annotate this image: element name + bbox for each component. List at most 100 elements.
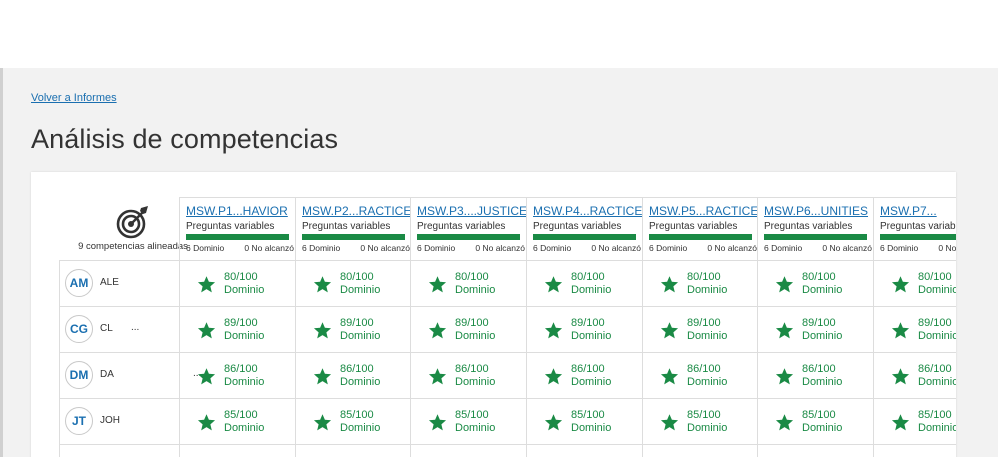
competency-counts: 6 Dominio 0 No alcanzó (302, 243, 410, 253)
mastery-level: Dominio (918, 422, 956, 434)
competency-header-2: MSW.P2...RACTICE Preguntas variables 6 Dom… (295, 197, 411, 261)
mastery-level: Dominio (687, 284, 728, 296)
mastery-cell[interactable]: 85/100 Dominio (313, 409, 423, 449)
score-value: 86/100 (340, 363, 374, 375)
mastery-bar (533, 234, 636, 240)
score-value: 89/100 (455, 317, 489, 329)
mastery-level: Dominio (687, 376, 728, 388)
score-value: 89/100 (224, 317, 258, 329)
mastery-cell[interactable]: 89/100 Dominio (891, 317, 956, 357)
mastery-bar (186, 234, 289, 240)
competency-link[interactable]: MSW.P2...RACTICE (302, 204, 411, 218)
mastery-cell[interactable]: 85/100 Dominio (197, 409, 307, 449)
mastery-level: Dominio (224, 284, 265, 296)
student-name-truncated: ... (131, 322, 140, 333)
competency-link[interactable]: MSW.P7... (880, 204, 956, 218)
mastery-cell[interactable]: 86/100 Dominio (660, 363, 770, 403)
star-icon (891, 322, 910, 339)
page-title: Análisis de competencias (31, 124, 339, 154)
star-icon (544, 322, 563, 339)
competency-link[interactable]: MSW.P6...UNITIES (764, 204, 873, 218)
star-icon (428, 368, 447, 385)
mastery-cell[interactable]: 80/100 Dominio (428, 271, 538, 311)
competency-link[interactable]: MSW.P3....JUSTICE (417, 204, 526, 218)
target-icon (116, 206, 148, 239)
mastery-cell[interactable]: 80/100 Dominio (891, 271, 956, 311)
competency-link[interactable]: MSW.P4...RACTICE (533, 204, 642, 218)
mastery-cell[interactable]: 86/100 Dominio (197, 363, 307, 403)
score-value: 89/100 (918, 317, 952, 329)
mastery-level: Dominio (571, 422, 612, 434)
star-icon (775, 322, 794, 339)
score-value: 85/100 (571, 409, 605, 421)
mastery-bar (417, 234, 520, 240)
mastery-cell[interactable]: 89/100 Dominio (313, 317, 423, 357)
not-reached-count: 0 No alcanzó (360, 243, 410, 253)
competency-link[interactable]: MSW.P5...RACTICE (649, 204, 758, 218)
star-icon (775, 276, 794, 293)
mastery-bar (649, 234, 752, 240)
mastery-cell[interactable]: 85/100 Dominio (775, 409, 885, 449)
mastery-cell[interactable]: 89/100 Dominio (660, 317, 770, 357)
mastery-cell[interactable]: 85/100 Dominio (660, 409, 770, 449)
score-value: 80/100 (571, 271, 605, 283)
student-name[interactable]: JOH (100, 415, 120, 426)
score-value: 80/100 (687, 271, 721, 283)
mastery-cell[interactable]: 85/100 Dominio (891, 409, 956, 449)
score-value: 86/100 (224, 363, 258, 375)
score-value: 80/100 (224, 271, 258, 283)
competency-link[interactable]: MSW.P1...HAVIOR (186, 204, 295, 218)
mastery-cell[interactable]: 89/100 Dominio (428, 317, 538, 357)
mastery-level: Dominio (802, 376, 843, 388)
back-to-reports-link[interactable]: Volver a Informes (31, 92, 117, 104)
mastery-cell[interactable]: 89/100 Dominio (197, 317, 307, 357)
mastery-cell[interactable]: 85/100 Dominio (544, 409, 654, 449)
star-icon (313, 276, 332, 293)
mastery-cell[interactable]: 80/100 Dominio (775, 271, 885, 311)
mastered-count: 6 Dominio (186, 243, 225, 253)
star-icon (660, 276, 679, 293)
star-icon (197, 276, 216, 293)
mastery-cell[interactable]: 89/100 Dominio (775, 317, 885, 357)
student-name[interactable]: DA (100, 369, 114, 380)
mastery-cell[interactable]: 80/100 Dominio (313, 271, 423, 311)
mastery-cell[interactable]: 80/100 Dominio (544, 271, 654, 311)
star-icon (313, 414, 332, 431)
mastery-cell[interactable]: 80/100 Dominio (197, 271, 307, 311)
not-reached-count: 0 No alcanzó (591, 243, 641, 253)
competency-counts: 6 Dominio 0 No alcanzó (649, 243, 757, 253)
mastery-level: Dominio (802, 284, 843, 296)
row-divider (59, 352, 956, 353)
score-value: 85/100 (455, 409, 489, 421)
competency-question-type: Preguntas variables (880, 221, 956, 232)
not-reached-count: 0 No alcanzó (938, 243, 956, 253)
score-value: 86/100 (802, 363, 836, 375)
star-icon (197, 368, 216, 385)
mastery-bar (880, 234, 956, 240)
competency-question-type: Preguntas variables (649, 221, 738, 232)
student-avatar: DM (65, 361, 93, 389)
competency-question-type: Preguntas variables (186, 221, 275, 232)
star-icon (891, 276, 910, 293)
mastery-cell[interactable]: 86/100 Dominio (313, 363, 423, 403)
student-name[interactable]: CL (100, 323, 113, 334)
mastery-cell[interactable]: 86/100 Dominio (891, 363, 956, 403)
mastery-cell[interactable]: 80/100 Dominio (660, 271, 770, 311)
mastery-level: Dominio (340, 422, 381, 434)
mastery-cell[interactable]: 86/100 Dominio (775, 363, 885, 403)
mastery-cell[interactable]: 89/100 Dominio (544, 317, 654, 357)
row-divider (59, 306, 956, 307)
row-divider (59, 398, 956, 399)
mastery-cell[interactable]: 86/100 Dominio (428, 363, 538, 403)
mastered-count: 6 Dominio (764, 243, 803, 253)
star-icon (197, 322, 216, 339)
table-left-border (59, 260, 60, 457)
star-icon (428, 322, 447, 339)
mastery-cell[interactable]: 85/100 Dominio (428, 409, 538, 449)
competency-question-type: Preguntas variables (764, 221, 853, 232)
mastery-cell[interactable]: 86/100 Dominio (544, 363, 654, 403)
student-name[interactable]: ALE (100, 277, 119, 288)
star-icon (660, 322, 679, 339)
score-value: 89/100 (571, 317, 605, 329)
mastered-count: 6 Dominio (649, 243, 688, 253)
